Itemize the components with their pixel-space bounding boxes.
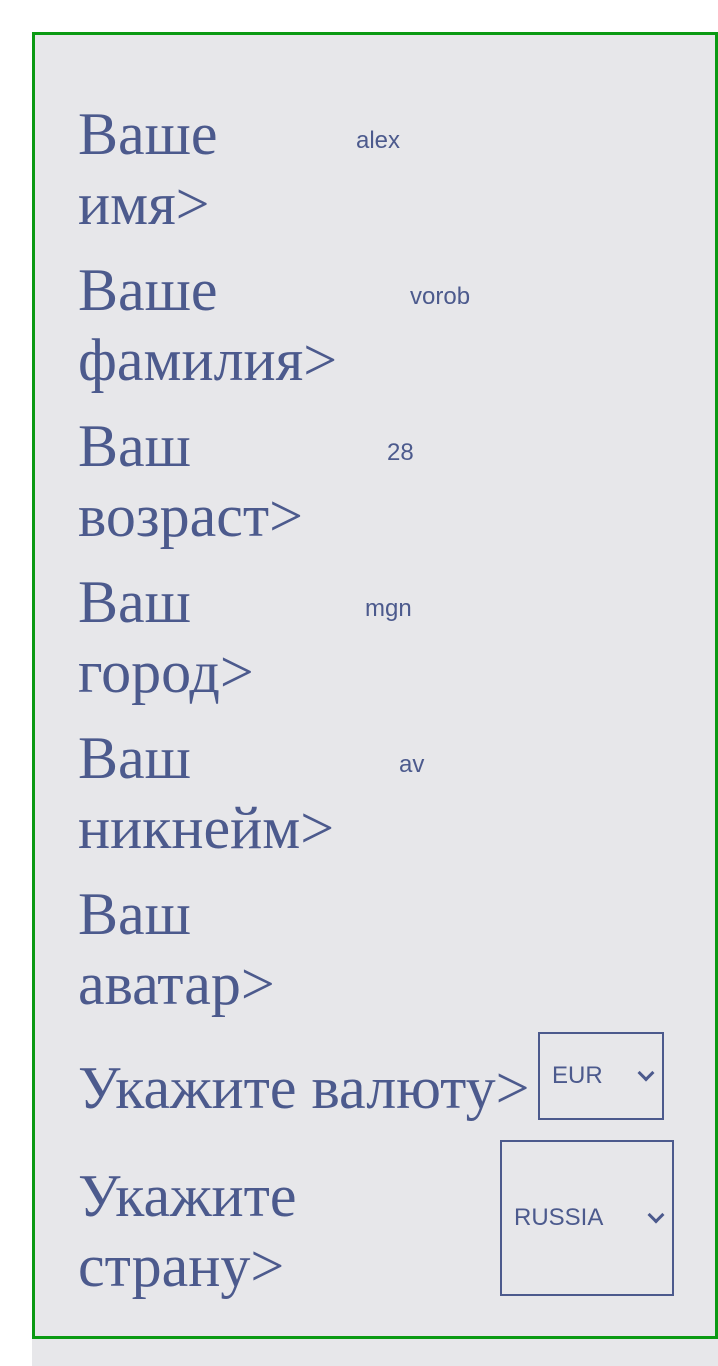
country-label: Укажите страну>: [78, 1163, 297, 1299]
profile-form: Ваше имя> alex Ваше фамилия> vorob Ваш в…: [32, 32, 718, 1339]
currency-select[interactable]: EUR: [538, 1032, 664, 1120]
country-select[interactable]: RUSSIA: [500, 1140, 674, 1296]
first-name-value[interactable]: alex: [356, 127, 400, 155]
nickname-value[interactable]: av: [399, 751, 424, 779]
age-label: Ваш возраст>: [78, 413, 303, 549]
last-name-label: Ваше фамилия>: [78, 257, 338, 393]
avatar-label: Ваш аватар>: [78, 881, 275, 1017]
currency-selected-value: EUR: [552, 1062, 603, 1089]
city-label: Ваш город>: [78, 569, 254, 705]
last-name-value[interactable]: vorob: [410, 283, 470, 311]
first-name-label: Ваше имя>: [78, 101, 218, 237]
nickname-label: Ваш никнейм>: [78, 725, 335, 861]
currency-label: Укажите валюту>: [78, 1055, 530, 1121]
age-value[interactable]: 28: [387, 439, 414, 467]
country-selected-value: RUSSIA: [514, 1204, 604, 1231]
chevron-down-icon: [647, 1206, 665, 1224]
city-value[interactable]: mgn: [365, 595, 412, 623]
chevron-down-icon: [637, 1064, 655, 1082]
